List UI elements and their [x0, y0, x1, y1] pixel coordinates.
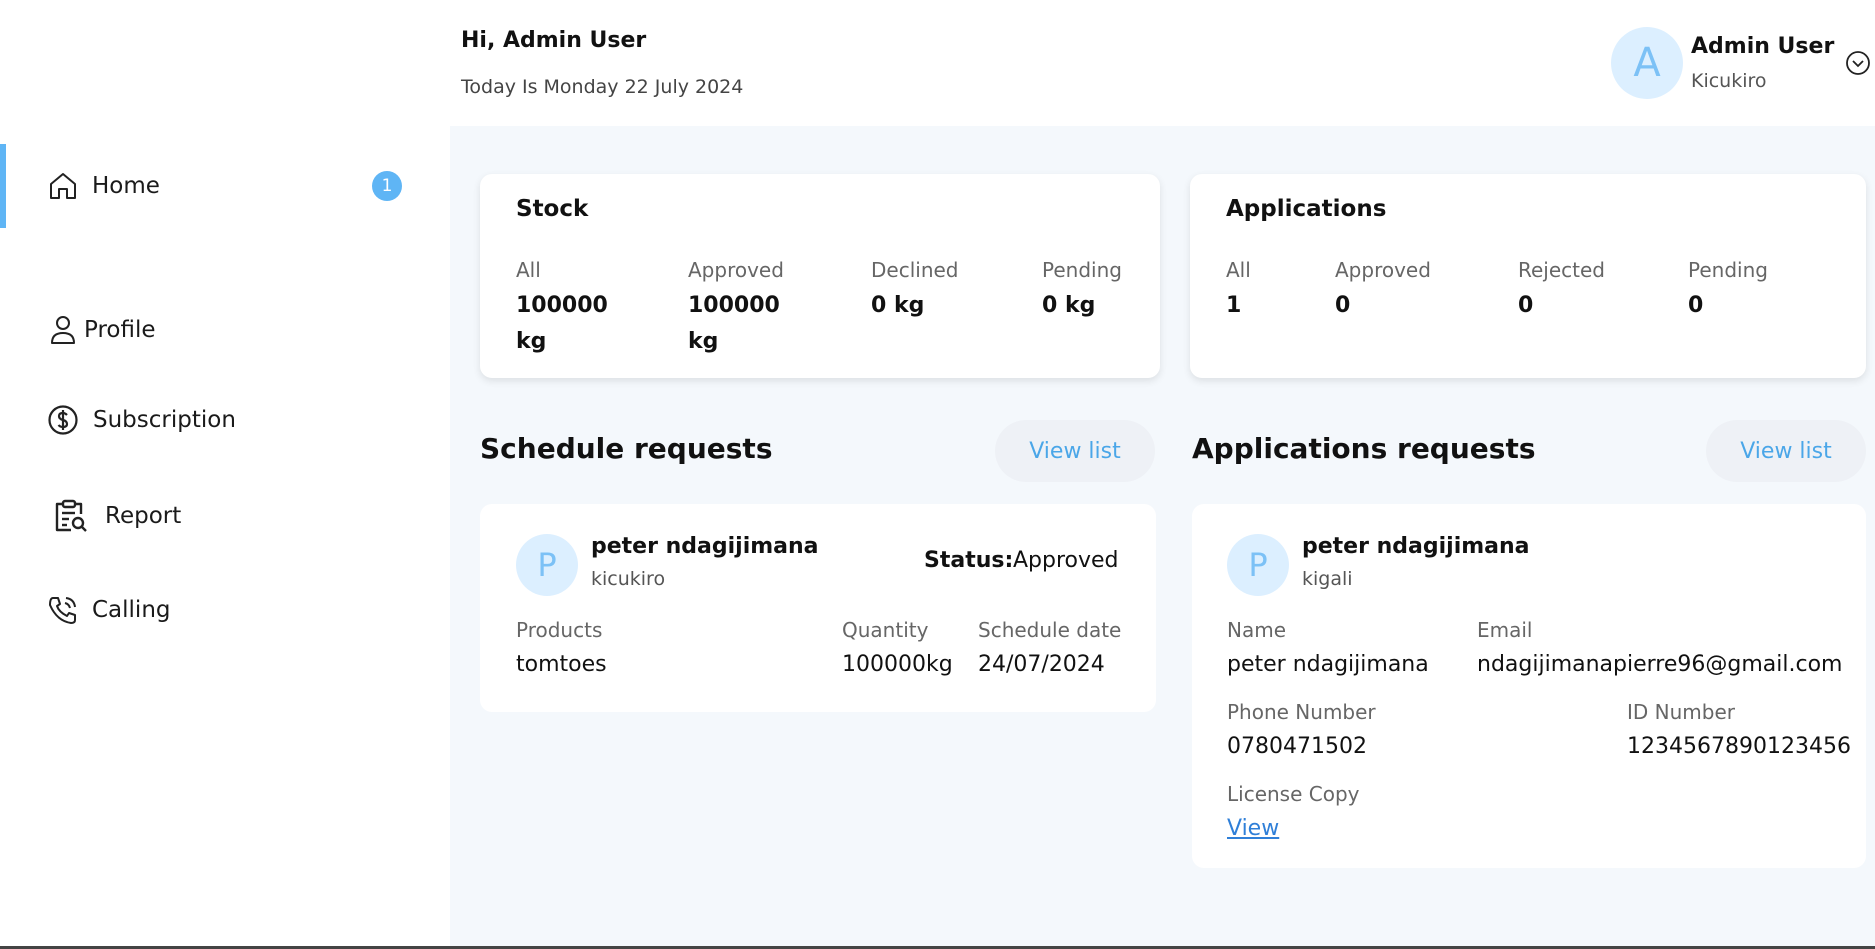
id-number-value: 1234567890123456	[1627, 734, 1851, 759]
email-label: Email	[1477, 618, 1533, 642]
notification-badge: 1	[372, 171, 402, 201]
applications-requests-title: Applications requests	[1192, 432, 1536, 465]
phone-icon	[46, 593, 80, 627]
name-label: Name	[1227, 618, 1287, 642]
schedule-requests-title: Schedule requests	[480, 432, 773, 465]
top-header: Hi, Admin User Today Is Monday 22 July 2…	[450, 0, 1875, 126]
stat-label: Approved	[1335, 258, 1431, 282]
requester-location: kigali	[1302, 568, 1353, 590]
stat-value: 0 kg	[1042, 293, 1096, 318]
application-request-card: P peter ndagijimana kigali Name peter nd…	[1192, 504, 1866, 868]
schedule-date-value: 24/07/2024	[978, 652, 1105, 677]
sidebar: Home 1 Profile Subscription Report Calli…	[0, 0, 450, 949]
requester-name: peter ndagijimana	[1302, 534, 1530, 559]
stat-value: 0	[1518, 293, 1534, 318]
name-value: peter ndagijimana	[1227, 652, 1429, 677]
avatar: P	[1227, 534, 1289, 596]
stat-label: Pending	[1688, 258, 1768, 282]
applications-view-list-button[interactable]: View list	[1706, 420, 1866, 482]
license-copy-label: License Copy	[1227, 782, 1360, 806]
license-view-link[interactable]: View	[1227, 816, 1279, 841]
stat-label: All	[1226, 258, 1251, 282]
main-content: Stock All 100000 kg Approved 100000 kg D…	[450, 126, 1875, 949]
email-value: ndagijimanapierre96@gmail.com	[1477, 652, 1843, 677]
phone-value: 0780471502	[1227, 734, 1367, 759]
user-location: Kicukiro	[1691, 70, 1767, 92]
sidebar-item-label: Home	[92, 173, 160, 199]
sidebar-item-label: Subscription	[93, 407, 236, 433]
sidebar-item-subscription[interactable]: Subscription	[0, 378, 450, 462]
stat-label: Rejected	[1518, 258, 1606, 282]
avatar[interactable]: A	[1611, 27, 1683, 99]
sidebar-item-label: Calling	[92, 597, 171, 623]
stat-label: Pending	[1042, 258, 1122, 282]
id-number-label: ID Number	[1627, 700, 1735, 724]
stat-value: 0	[1335, 293, 1351, 318]
sidebar-item-label: Report	[105, 503, 182, 529]
requester-location: kicukiro	[591, 568, 666, 590]
stat-value: 0 kg	[871, 293, 925, 318]
greeting: Hi, Admin User	[461, 28, 647, 53]
sidebar-item-profile[interactable]: Profile	[0, 288, 450, 372]
stat-value: 0	[1688, 293, 1704, 318]
schedule-date-label: Schedule date	[978, 618, 1122, 642]
quantity-value: 100000kg	[842, 652, 953, 677]
schedule-view-list-button[interactable]: View list	[995, 420, 1155, 482]
status-badge: Approved	[1013, 548, 1119, 573]
products-value: tomtoes	[516, 652, 607, 677]
card-title: Applications	[1226, 196, 1387, 222]
products-label: Products	[516, 618, 603, 642]
stat-label: All	[516, 258, 541, 282]
schedule-request-card: P peter ndagijimana kicukiro Status: App…	[480, 504, 1156, 712]
status-label: Status:	[924, 548, 1014, 573]
sidebar-item-report[interactable]: Report	[0, 474, 450, 558]
user-name: Admin User	[1691, 34, 1835, 59]
card-title: Stock	[516, 196, 589, 222]
requester-name: peter ndagijimana	[591, 534, 819, 559]
stat-value: 100000 kg	[688, 293, 780, 354]
home-icon	[46, 169, 80, 203]
applications-card: Applications All 1 Approved 0 Rejected 0…	[1190, 174, 1866, 378]
stat-value: 100000 kg	[516, 293, 608, 354]
sidebar-item-calling[interactable]: Calling	[0, 568, 450, 652]
sidebar-item-home[interactable]: Home 1	[0, 144, 450, 228]
sidebar-item-label: Profile	[84, 317, 156, 343]
stat-value: 1	[1226, 293, 1242, 318]
report-search-icon	[50, 496, 90, 536]
quantity-label: Quantity	[842, 618, 929, 642]
phone-label: Phone Number	[1227, 700, 1376, 724]
current-date: Today Is Monday 22 July 2024	[461, 76, 744, 98]
stock-card: Stock All 100000 kg Approved 100000 kg D…	[480, 174, 1160, 378]
dollar-circle-icon	[46, 403, 80, 437]
avatar: P	[516, 534, 578, 596]
stat-label: Approved	[688, 258, 784, 282]
user-icon	[46, 313, 80, 347]
chevron-down-icon[interactable]	[1845, 50, 1871, 76]
stat-label: Declined	[871, 258, 959, 282]
